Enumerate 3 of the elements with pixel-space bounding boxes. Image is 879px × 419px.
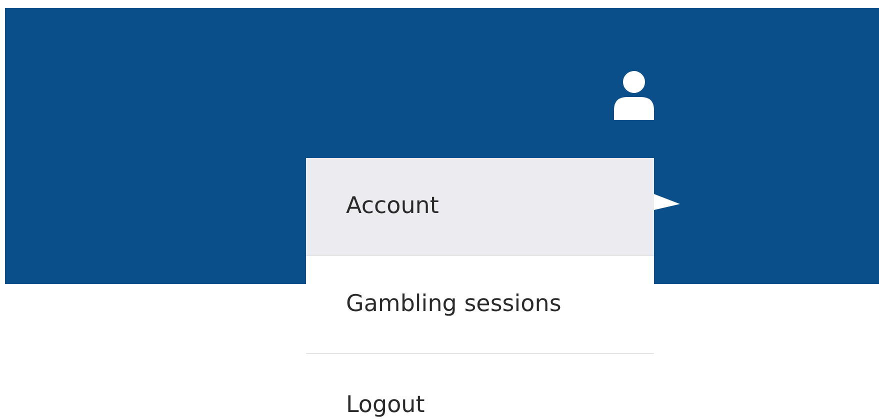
menu-item[interactable]: Account	[306, 158, 654, 256]
pointer-arrow-icon	[654, 194, 680, 210]
user-icon[interactable]	[612, 70, 656, 120]
